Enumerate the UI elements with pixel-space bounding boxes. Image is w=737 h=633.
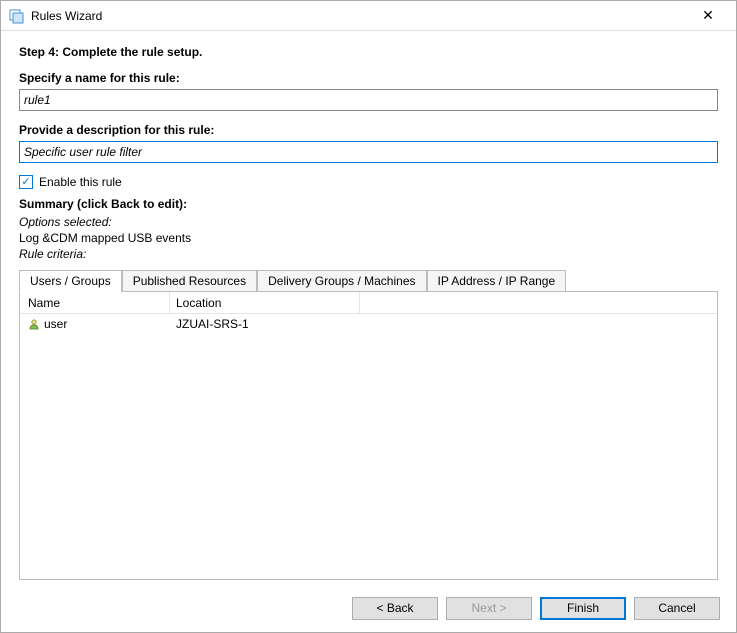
tab-published-resources[interactable]: Published Resources (122, 270, 257, 292)
table-row[interactable]: user JZUAI-SRS-1 (20, 314, 717, 334)
back-button[interactable]: < Back (352, 597, 438, 620)
desc-label: Provide a description for this rule: (19, 123, 718, 137)
cell-name: user (20, 317, 170, 331)
rule-criteria-label: Rule criteria: (19, 247, 718, 261)
finish-button[interactable]: Finish (540, 597, 626, 620)
button-bar: < Back Next > Finish Cancel (1, 584, 736, 632)
tab-users-groups[interactable]: Users / Groups (19, 270, 122, 292)
tab-ip-address[interactable]: IP Address / IP Range (427, 270, 567, 292)
tabs-bar: Users / Groups Published Resources Deliv… (19, 270, 718, 292)
summary-title: Summary (click Back to edit): (19, 197, 718, 211)
user-icon (28, 318, 40, 330)
options-selected-label: Options selected: (19, 215, 718, 229)
column-location-header[interactable]: Location (170, 292, 360, 313)
tab-delivery-groups[interactable]: Delivery Groups / Machines (257, 270, 426, 292)
app-icon (9, 8, 25, 24)
rule-desc-input[interactable] (19, 141, 718, 163)
titlebar: Rules Wizard ✕ (1, 1, 736, 31)
enable-rule-label: Enable this rule (39, 175, 122, 189)
close-button[interactable]: ✕ (688, 2, 728, 30)
enable-rule-checkbox[interactable]: ✓ (19, 175, 33, 189)
cell-name-text: user (44, 317, 67, 331)
cell-location: JZUAI-SRS-1 (170, 317, 717, 331)
name-field-block: Specify a name for this rule: (19, 71, 718, 111)
column-name-header[interactable]: Name (20, 292, 170, 313)
close-icon: ✕ (702, 7, 714, 24)
check-icon: ✓ (21, 177, 30, 188)
table-header-row: Name Location (20, 292, 717, 314)
cancel-button[interactable]: Cancel (634, 597, 720, 620)
content-area: Step 4: Complete the rule setup. Specify… (1, 31, 736, 584)
tab-body: Name Location user JZUAI-SRS-1 (19, 291, 718, 580)
rule-name-input[interactable] (19, 89, 718, 111)
options-selected-value: Log &CDM mapped USB events (19, 231, 718, 245)
step-heading: Step 4: Complete the rule setup. (19, 45, 718, 59)
next-button: Next > (446, 597, 532, 620)
window-title: Rules Wizard (31, 9, 688, 23)
enable-rule-row: ✓ Enable this rule (19, 175, 718, 189)
name-label: Specify a name for this rule: (19, 71, 718, 85)
desc-field-block: Provide a description for this rule: (19, 123, 718, 163)
